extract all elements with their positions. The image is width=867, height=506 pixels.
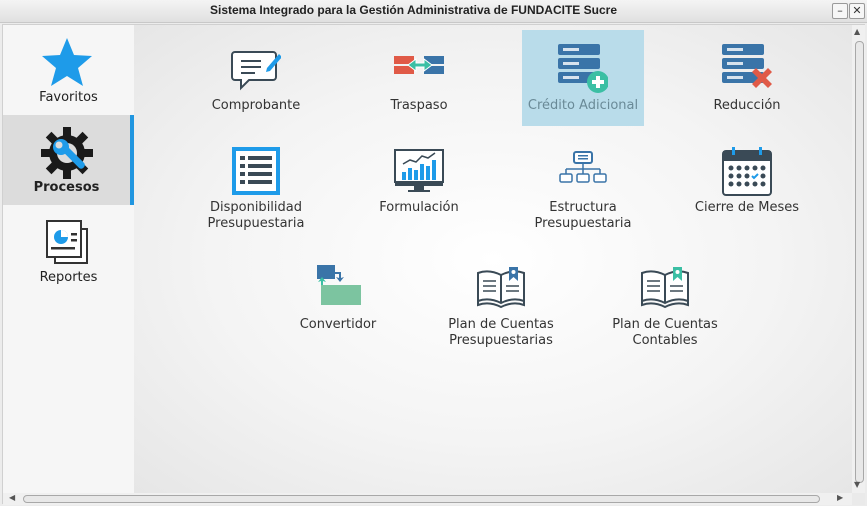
vertical-scrollbar[interactable]: ▲ ▼ [852, 25, 865, 493]
minimize-button[interactable]: – [832, 3, 848, 19]
vertical-scroll-thumb[interactable] [855, 41, 864, 483]
sidebar-item-label: Favoritos [39, 90, 98, 105]
tile-disponibilidad-presupuestaria[interactable]: Disponibilidad Presupuestaria [195, 132, 317, 231]
sidebar-item-procesos[interactable]: Procesos [3, 115, 134, 205]
close-button[interactable]: ✕ [849, 3, 865, 19]
tile-credito-adicional[interactable]: Crédito Adicional [522, 30, 644, 126]
window-title: Sistema Integrado para la Gestión Admini… [210, 3, 617, 17]
tile-label: Plan de Cuentas Presupuestarias [448, 317, 554, 348]
transfer-icon [394, 56, 444, 74]
tile-label: Traspaso [390, 98, 448, 113]
chart-monitor-icon [394, 149, 444, 192]
tile-convertidor[interactable]: Convertidor [277, 249, 399, 345]
list-document-icon [232, 147, 280, 195]
tile-label: Estructura Presupuestaria [534, 200, 632, 231]
horizontal-scrollbar[interactable]: ◀ ▶ [3, 493, 852, 505]
star-icon [42, 38, 92, 86]
tile-estructura-presupuestaria[interactable]: Estructura Presupuestaria [522, 132, 644, 231]
scroll-down-icon[interactable]: ▼ [854, 480, 860, 489]
tile-reduccion[interactable]: Reducción [686, 30, 808, 126]
convert-icon [317, 265, 361, 305]
tile-label: Disponibilidad Presupuestaria [207, 200, 305, 231]
database-add-icon [558, 44, 608, 93]
tile-label: Cierre de Meses [694, 200, 800, 215]
book-green-bookmark-icon [641, 267, 689, 309]
tile-label: Formulación [379, 200, 459, 215]
sidebar-item-reportes[interactable]: Reportes [3, 205, 134, 295]
tile-plan-de-cuentas-presupuestarias[interactable]: Plan de Cuentas Presupuestarias [440, 249, 562, 348]
horizontal-scroll-thumb[interactable] [23, 495, 820, 503]
tile-plan-de-cuentas-contables[interactable]: Plan de Cuentas Contables [604, 249, 726, 348]
database-remove-icon [722, 44, 772, 88]
tile-comprobante[interactable]: Comprobante [195, 30, 317, 126]
scroll-up-icon[interactable]: ▲ [854, 27, 860, 36]
tile-cierre-de-meses[interactable]: Cierre de Meses [686, 132, 808, 228]
sidebar-item-favoritos[interactable]: Favoritos [3, 25, 134, 115]
comment-edit-icon [231, 51, 281, 91]
tile-label: Crédito Adicional [527, 98, 639, 113]
scroll-corner [852, 493, 865, 505]
main-panel: Comprobante Traspaso Crédito Adicional R… [134, 25, 852, 493]
tile-traspaso[interactable]: Traspaso [358, 30, 480, 126]
calendar-icon [722, 147, 772, 196]
scroll-right-icon[interactable]: ▶ [837, 493, 843, 502]
tile-label: Comprobante [211, 98, 301, 113]
title-bar: Sistema Integrado para la Gestión Admini… [0, 0, 867, 23]
tile-label: Convertidor [299, 317, 377, 332]
tile-label: Plan de Cuentas Contables [612, 317, 718, 348]
reports-icon [46, 220, 88, 264]
sidebar-item-label: Procesos [33, 180, 100, 195]
gear-wrench-icon [41, 127, 93, 179]
book-blue-bookmark-icon [477, 267, 525, 309]
sidebar: Favoritos Procesos Reportes [3, 25, 134, 493]
tile-formulacion[interactable]: Formulación [358, 132, 480, 228]
scroll-left-icon[interactable]: ◀ [9, 493, 15, 502]
sidebar-item-label: Reportes [39, 270, 98, 285]
tile-label: Reducción [713, 98, 781, 113]
hierarchy-icon [559, 151, 607, 183]
